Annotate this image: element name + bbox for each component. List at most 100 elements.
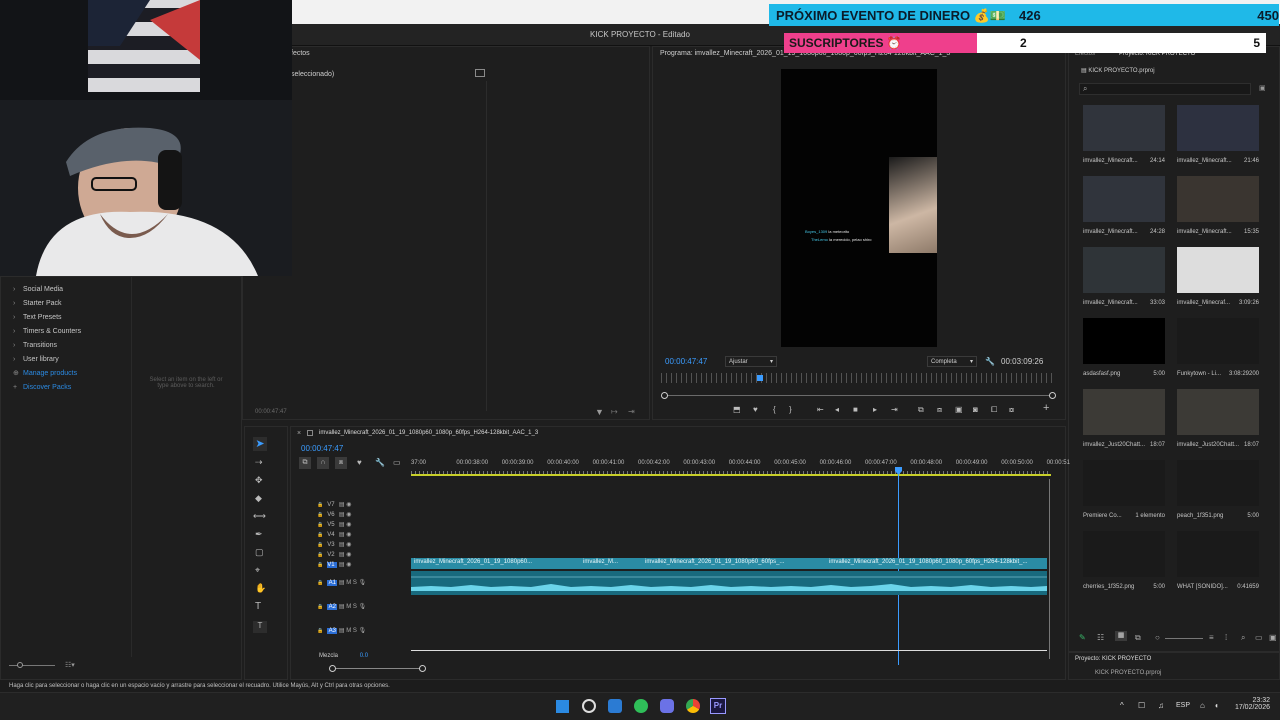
video-track-header[interactable]: 🔒 V6 ▤ ◉ bbox=[317, 511, 351, 518]
eye-icon[interactable]: ▤ ◉ bbox=[337, 542, 352, 548]
start-icon[interactable] bbox=[556, 700, 569, 713]
captions-icon[interactable]: ▭ bbox=[393, 458, 401, 467]
zoom-bar[interactable] bbox=[663, 395, 1053, 396]
eye-icon[interactable]: ▤ ◉ bbox=[337, 552, 352, 558]
library-item[interactable]: › Timers & Counters bbox=[13, 325, 81, 339]
search-icon[interactable]: ⌕ bbox=[1241, 633, 1245, 643]
zoom-slider[interactable] bbox=[1165, 638, 1203, 639]
filter-icon[interactable]: ▼ bbox=[595, 407, 604, 417]
stop-icon[interactable]: ■ bbox=[853, 405, 858, 415]
settings-icon[interactable]: ⧇ bbox=[1009, 405, 1014, 415]
freeform-view-icon[interactable]: ⧉ bbox=[1135, 633, 1141, 643]
type-icon[interactable]: T bbox=[255, 601, 261, 612]
audio-track-header[interactable]: 🔒 A3 ▤ M S 🎙 bbox=[317, 627, 366, 634]
timeline-scrollbar[interactable] bbox=[333, 668, 425, 669]
list-view-icon[interactable]: ☷▾ bbox=[65, 661, 75, 669]
eye-icon[interactable]: ▤ ◉ bbox=[337, 512, 352, 518]
premiere-icon[interactable]: Pr bbox=[710, 698, 726, 714]
razor-icon[interactable]: ◆ bbox=[255, 493, 262, 504]
extract-icon[interactable]: ▣ bbox=[955, 405, 963, 415]
add-marker-icon[interactable]: ♥ bbox=[357, 458, 362, 467]
wrench-icon[interactable]: 🔧 bbox=[985, 357, 995, 366]
audio-clip-row[interactable] bbox=[411, 571, 1047, 595]
snap-icon[interactable]: ∩ bbox=[317, 457, 329, 469]
discord-icon[interactable] bbox=[660, 699, 674, 713]
video-track-header[interactable]: 🔒 V7 ▤ ◉ bbox=[317, 501, 351, 508]
overwrite-icon[interactable]: ⇥ bbox=[628, 407, 635, 416]
lock-icon[interactable]: 🔒 bbox=[317, 580, 323, 586]
linked-selection-icon[interactable]: ⧈ bbox=[335, 457, 347, 469]
search-input[interactable]: ⌕ bbox=[1079, 83, 1251, 95]
video-track-header[interactable]: 🔒 V1 ▤ ◉ bbox=[317, 561, 351, 568]
lock-icon[interactable]: 🔒 bbox=[317, 542, 323, 548]
overwrite-icon[interactable]: ⧈ bbox=[937, 405, 942, 415]
eye-icon[interactable]: ▤ ◉ bbox=[337, 522, 352, 528]
project-thumbnail[interactable] bbox=[1083, 389, 1165, 435]
sort-icon[interactable]: ≡ bbox=[1209, 633, 1214, 642]
go-to-in-icon[interactable]: ⇤ bbox=[817, 405, 824, 415]
project-thumbnail[interactable] bbox=[1083, 531, 1165, 577]
library-item[interactable]: ⊕ Manage products bbox=[13, 367, 77, 381]
zoom-handle-left[interactable] bbox=[661, 392, 668, 399]
volume-icon[interactable]: ◖ bbox=[1214, 701, 1219, 710]
video-clip[interactable]: imvallez_Minecraft_2026_01_19_1080p60_60… bbox=[645, 559, 784, 565]
lock-icon[interactable]: 🔒 bbox=[317, 502, 323, 508]
project-thumbnail[interactable] bbox=[1083, 460, 1165, 506]
slip-icon[interactable]: ⟷ bbox=[253, 511, 266, 522]
quality-dropdown[interactable]: Completa ▾ bbox=[927, 356, 977, 367]
compare-icon[interactable]: ⧠ bbox=[991, 405, 997, 415]
zoom-out-icon[interactable]: ○ bbox=[1155, 633, 1160, 642]
project-thumbnail[interactable] bbox=[1177, 460, 1259, 506]
play-icon[interactable]: ▸ bbox=[873, 405, 877, 415]
video-clip[interactable]: imvallez_M... bbox=[583, 559, 618, 565]
pencil-icon[interactable]: ✎ bbox=[1079, 633, 1086, 642]
hand-icon[interactable]: ✋ bbox=[255, 583, 266, 594]
eye-icon[interactable]: ▤ ◉ bbox=[337, 532, 352, 538]
project-thumbnail[interactable] bbox=[1177, 389, 1259, 435]
scroll-handle-left[interactable] bbox=[329, 665, 336, 672]
app-icon[interactable] bbox=[608, 699, 622, 713]
list-view-icon[interactable]: ☷ bbox=[1097, 633, 1104, 642]
mic-icon[interactable]: ♫ bbox=[1158, 701, 1164, 710]
insert-icon[interactable]: ↦ bbox=[611, 407, 618, 416]
project-thumbnail[interactable] bbox=[1083, 105, 1165, 151]
panel-icon[interactable] bbox=[475, 69, 485, 77]
eye-icon[interactable]: ▤ ◉ bbox=[337, 562, 352, 568]
zoom-handle-right[interactable] bbox=[1049, 392, 1056, 399]
playhead-line[interactable] bbox=[898, 475, 899, 665]
step-back-icon[interactable]: ◂ bbox=[835, 405, 839, 415]
video-track-header[interactable]: 🔒 V5 ▤ ◉ bbox=[317, 521, 351, 528]
lock-icon[interactable]: 🔒 bbox=[317, 552, 323, 558]
app-icon[interactable] bbox=[582, 699, 596, 713]
mic-icon[interactable]: ▤ M S 🎙 bbox=[337, 628, 366, 634]
fit-dropdown[interactable]: Ajustar ▾ bbox=[725, 356, 777, 367]
library-item[interactable]: + Discover Packs bbox=[13, 381, 71, 395]
lock-icon[interactable]: 🔒 bbox=[317, 628, 323, 634]
playhead-marker[interactable] bbox=[757, 375, 763, 381]
project-thumbnail[interactable] bbox=[1083, 247, 1165, 293]
program-ruler[interactable] bbox=[661, 373, 1053, 383]
camera-icon[interactable]: ◙ bbox=[973, 405, 978, 415]
project-thumbnail[interactable] bbox=[1083, 318, 1165, 364]
eye-icon[interactable]: ▤ ◉ bbox=[337, 502, 352, 508]
work-area-bar[interactable] bbox=[411, 474, 1051, 476]
lock-icon[interactable]: 🔒 bbox=[317, 522, 323, 528]
chevron-up-icon[interactable]: ^ bbox=[1120, 701, 1124, 710]
mix-value[interactable]: 0.0 bbox=[360, 653, 368, 659]
lock-icon[interactable]: 🔒 bbox=[317, 604, 323, 610]
clock[interactable]: 23:32 17/02/2026 bbox=[1230, 697, 1270, 711]
mark-out-icon[interactable]: } bbox=[789, 405, 792, 415]
library-item[interactable]: › Text Presets bbox=[13, 311, 62, 325]
close-icon[interactable]: × bbox=[297, 430, 301, 437]
mic-icon[interactable]: ▤ M S 🎙 bbox=[337, 580, 366, 586]
lock-icon[interactable]: 🔒 bbox=[317, 532, 323, 538]
new-bin-icon[interactable]: ▣ bbox=[1259, 84, 1266, 92]
project-thumbnail[interactable] bbox=[1177, 247, 1259, 293]
insert-icon[interactable]: ⧉ bbox=[918, 405, 924, 415]
sequence-tab[interactable]: imvallez_Minecraft_2026_01_19_1080p60_10… bbox=[319, 430, 538, 436]
video-clip-row[interactable]: imvallez_Minecraft_2026_01_19_1080p60...… bbox=[411, 558, 1047, 569]
chrome-icon[interactable] bbox=[686, 699, 700, 713]
project-thumbnail[interactable] bbox=[1177, 531, 1259, 577]
add-button-icon[interactable]: + bbox=[1043, 403, 1049, 414]
project-thumbnail[interactable] bbox=[1177, 105, 1259, 151]
